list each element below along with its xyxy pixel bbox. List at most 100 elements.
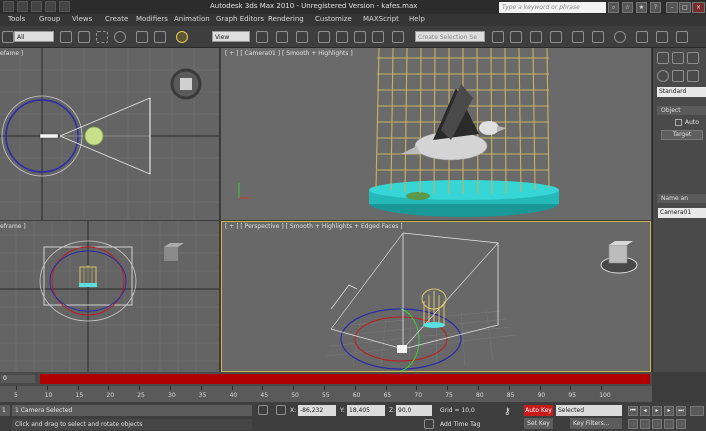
- time-slider[interactable]: 0: [0, 372, 652, 386]
- time-tag-icon[interactable]: [424, 419, 434, 429]
- hierarchy-tab-icon[interactable]: [687, 52, 699, 64]
- select-and-move-icon[interactable]: [136, 31, 148, 43]
- snaps-toggle-icon[interactable]: [318, 31, 330, 43]
- absolute-mode-icon[interactable]: [276, 405, 286, 415]
- menu-animation[interactable]: Animation: [174, 15, 210, 23]
- select-by-name-icon[interactable]: [78, 31, 90, 43]
- viewport-perspective-label[interactable]: [ + ] [ Perspective ] [ Smooth + Highlig…: [225, 223, 403, 230]
- layer-manager-icon[interactable]: [530, 31, 542, 43]
- object-type-rollout[interactable]: Object: [657, 106, 706, 115]
- curve-editor-icon[interactable]: [572, 31, 584, 43]
- previous-frame-icon[interactable]: ◂: [640, 406, 650, 416]
- viewport-camera[interactable]: [ + ] [ Camera01 ] [ Smooth + Highlights…: [221, 48, 651, 220]
- key-mode-dropdown[interactable]: Selected: [556, 405, 622, 416]
- viewport-front-label[interactable]: eframe ]: [0, 223, 26, 230]
- align-icon[interactable]: [510, 31, 522, 43]
- selection-filter-dropdown[interactable]: All: [14, 31, 54, 42]
- undo-icon[interactable]: [2, 31, 14, 43]
- pivot-point-icon[interactable]: [256, 31, 268, 43]
- mirror-icon[interactable]: [492, 31, 504, 43]
- shapes-icon[interactable]: [672, 70, 684, 82]
- set-key-button[interactable]: Set Key: [524, 418, 553, 429]
- track-bar[interactable]: 5 10 15 20 25 30 35 40 45 50 55 60 65 70 75 80 85 90 95 100: [0, 386, 652, 402]
- quick-render-icon[interactable]: [676, 31, 688, 43]
- modify-tab-icon[interactable]: [672, 52, 684, 64]
- communication-center-icon[interactable]: ☆: [622, 2, 633, 13]
- render-setup-icon[interactable]: [636, 31, 648, 43]
- pan-view-icon[interactable]: [652, 419, 662, 429]
- status-bar: 1 1 Camera Selected Click and drag to se…: [0, 402, 706, 431]
- selection-lock-icon[interactable]: [258, 405, 268, 415]
- object-name-field[interactable]: Camera01: [658, 208, 706, 218]
- open-file-icon[interactable]: [31, 1, 42, 12]
- menu-group[interactable]: Group: [39, 15, 60, 23]
- key-filters-button[interactable]: Key Filters...: [570, 418, 622, 429]
- menu-maxscript[interactable]: MAXScript: [363, 15, 399, 23]
- name-and-color-rollout[interactable]: Name an: [657, 194, 706, 203]
- maximize-viewport-icon[interactable]: [676, 419, 686, 429]
- time-slider-track[interactable]: [40, 374, 650, 384]
- select-object-icon[interactable]: [60, 31, 72, 43]
- play-icon[interactable]: ▸: [652, 406, 662, 416]
- window-crossing-icon[interactable]: [114, 31, 126, 43]
- spinner-snap-icon[interactable]: [372, 31, 384, 43]
- autogrid-checkbox[interactable]: [675, 119, 682, 126]
- current-frame-indicator[interactable]: 0: [1, 375, 35, 383]
- named-selection-set-input[interactable]: Create Selection Se: [415, 31, 485, 42]
- material-editor-icon[interactable]: [614, 31, 626, 43]
- menu-tools[interactable]: Tools: [8, 15, 25, 23]
- edit-named-selection-icon[interactable]: [392, 31, 404, 43]
- menu-rendering[interactable]: Rendering: [268, 15, 304, 23]
- z-coordinate-field[interactable]: 90,0: [396, 405, 432, 416]
- rendered-frame-window-icon[interactable]: [656, 31, 668, 43]
- viewport-front[interactable]: eframe ]: [0, 221, 219, 372]
- object-category-dropdown[interactable]: Standard: [657, 87, 706, 97]
- search-icon[interactable]: ⌕: [608, 2, 619, 13]
- field-of-view-icon[interactable]: [640, 419, 650, 429]
- favorites-icon[interactable]: ★: [636, 2, 647, 13]
- menu-customize[interactable]: Customize: [315, 15, 352, 23]
- help-icon[interactable]: ?: [650, 2, 661, 13]
- viewport-top-label[interactable]: efame ]: [0, 50, 23, 57]
- geometry-icon[interactable]: [657, 70, 669, 82]
- graphite-modeling-icon[interactable]: [550, 31, 562, 43]
- rectangular-selection-icon[interactable]: [96, 31, 108, 43]
- y-coordinate-field[interactable]: 18,405: [347, 405, 385, 416]
- percent-snap-icon[interactable]: [354, 31, 366, 43]
- viewport-top[interactable]: efame ]: [0, 48, 219, 220]
- angle-snap-icon[interactable]: [336, 31, 348, 43]
- lights-icon[interactable]: [687, 70, 699, 82]
- keyboard-shortcut-override-icon[interactable]: [296, 31, 308, 43]
- close-button[interactable]: ×: [692, 2, 705, 13]
- menu-graph-editors[interactable]: Graph Editors: [216, 15, 264, 23]
- minimize-button[interactable]: –: [666, 2, 678, 13]
- menu-create[interactable]: Create: [105, 15, 128, 23]
- select-and-uniform-scale-icon[interactable]: [176, 31, 188, 43]
- new-file-icon[interactable]: [17, 1, 28, 12]
- zoom-icon[interactable]: [628, 419, 638, 429]
- schematic-view-icon[interactable]: [592, 31, 604, 43]
- target-camera-button[interactable]: Target: [661, 130, 703, 140]
- save-file-icon[interactable]: [45, 1, 56, 12]
- reference-coordinate-dropdown[interactable]: View: [212, 31, 250, 42]
- select-manipulate-icon[interactable]: [276, 31, 288, 43]
- app-menu-icon[interactable]: [3, 1, 14, 12]
- create-tab-icon[interactable]: [657, 52, 669, 64]
- menu-views[interactable]: Views: [72, 15, 92, 23]
- zoom-extents-icon[interactable]: [690, 406, 704, 416]
- undo-icon[interactable]: [59, 1, 70, 12]
- viewport-camera-label[interactable]: [ + ] [ Camera01 ] [ Smooth + Highlights…: [225, 50, 353, 57]
- orbit-icon[interactable]: [664, 419, 674, 429]
- menu-modifiers[interactable]: Modifiers: [136, 15, 168, 23]
- select-and-rotate-icon[interactable]: [154, 31, 166, 43]
- go-to-end-icon[interactable]: ⏭: [676, 406, 686, 416]
- viewport-perspective[interactable]: [ + ] [ Perspective ] [ Smooth + Highlig…: [221, 221, 651, 372]
- next-frame-icon[interactable]: ▸: [664, 406, 674, 416]
- x-coordinate-field[interactable]: -86,232: [298, 405, 336, 416]
- menu-help[interactable]: Help: [409, 15, 425, 23]
- go-to-start-icon[interactable]: ⏮: [628, 406, 638, 416]
- search-input[interactable]: Type a keyword or phrase: [499, 2, 606, 13]
- auto-key-button[interactable]: Auto Key: [524, 405, 553, 416]
- maximize-button[interactable]: □: [679, 2, 691, 13]
- add-time-tag-button[interactable]: Add Time Tag: [440, 421, 480, 428]
